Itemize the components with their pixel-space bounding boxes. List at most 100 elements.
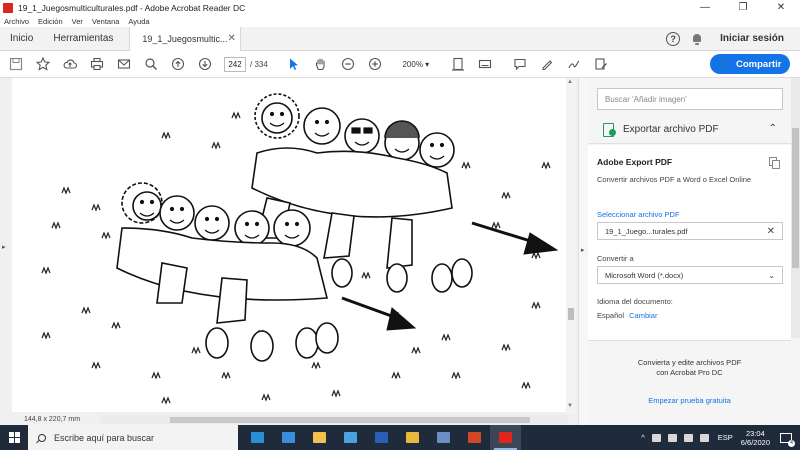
menu-archivo[interactable]: Archivo [4,17,29,26]
dropbox-icon[interactable] [667,433,677,442]
scroll-up-icon[interactable]: ▲ [567,79,573,85]
document-viewer[interactable]: ▸ ▲ ▼ [0,78,578,414]
windows-taskbar: Escribe aquí para buscar ^ ESP 23:04 6/6… [0,425,800,450]
taskbar-search-input[interactable]: Escribe aquí para buscar [28,425,238,450]
change-language-link[interactable]: Cambiar [629,311,657,320]
word-taskbar-button[interactable] [366,425,397,450]
copy-icon[interactable] [769,157,780,169]
minimize-button[interactable]: — [686,0,724,15]
convert-to-label: Convertir a [597,254,634,263]
start-button[interactable] [0,425,28,450]
title-bar: 19_1_Juegosmulticulturales.pdf - Adobe A… [0,0,800,15]
horizontal-scroll-thumb[interactable] [170,417,530,423]
share-button[interactable]: 👤 Compartir [710,54,790,74]
battery-icon[interactable] [683,433,693,442]
chrome-taskbar-button[interactable] [397,425,428,450]
menu-ventana[interactable]: Ventana [92,17,120,26]
upload-cloud-icon[interactable] [62,56,78,72]
chevron-up-icon[interactable]: ⌃ [769,123,777,134]
mail-taskbar-button[interactable] [273,425,304,450]
export-pdf-title: Exportar archivo PDF [623,124,719,135]
page-total: / 334 [250,59,268,69]
selected-file-name: 19_1_Juego...turales.pdf [605,226,688,236]
collapse-right-pane-icon[interactable]: ▸ [581,246,585,254]
print-icon[interactable] [89,56,105,72]
store-taskbar-button[interactable] [335,425,366,450]
pane-splitter[interactable]: ▸ [578,78,588,425]
page-fit-icon[interactable] [450,56,466,72]
sign-icon[interactable] [566,56,582,72]
hand-tool-icon[interactable] [313,56,329,72]
powerpoint-icon [468,432,481,443]
photos-taskbar-button[interactable] [428,425,459,450]
window-title: 19_1_Juegosmulticulturales.pdf - Adobe A… [18,2,246,13]
star-icon[interactable] [35,56,51,72]
powerpoint-taskbar-button[interactable] [459,425,490,450]
page-down-icon[interactable] [197,56,213,72]
page-number-input[interactable]: 242 [224,56,246,72]
zoom-out-icon[interactable] [340,56,356,72]
document-language-value: Español [597,311,625,320]
store-icon [344,432,357,443]
help-icon[interactable]: ? [666,31,681,46]
search-icon [38,433,46,442]
vertical-scrollbar[interactable]: ▲ ▼ [566,78,576,414]
photos-icon [437,432,450,443]
menu-ver[interactable]: Ver [72,17,83,26]
menu-edicion[interactable]: Edición [38,17,63,26]
email-icon[interactable] [116,56,132,72]
user-add-icon: 👤 [718,58,732,70]
volume-icon[interactable] [699,433,709,442]
pen-highlight-icon[interactable] [539,56,555,72]
selected-file-field[interactable]: 19_1_Juego...turales.pdf ✕ [597,222,783,240]
zoom-in-icon[interactable] [367,56,383,72]
collapse-left-icon[interactable]: ▸ [2,243,6,251]
acrobat-app-icon [3,2,13,13]
chrome-icon [406,432,419,443]
close-button[interactable]: ✕ [762,0,800,15]
zoom-level-select[interactable]: 200% ▾ [394,57,438,72]
document-language-label: Idioma del documento: [597,297,673,306]
notifications-icon[interactable]: 4 [780,432,795,447]
input-language[interactable]: ESP [718,433,733,442]
menu-ayuda[interactable]: Ayuda [128,17,149,26]
save-icon[interactable] [8,56,24,72]
vertical-scroll-thumb[interactable] [568,308,574,320]
tools-pane-scroll-thumb[interactable] [792,128,799,268]
maximize-button[interactable]: ❐ [724,0,762,15]
tab-tools[interactable]: Herramientas [43,27,123,51]
select-cursor-icon[interactable] [286,56,302,72]
taskbar-apps [242,425,521,450]
notification-count: 4 [788,439,795,447]
close-tab-icon[interactable]: ✕ [227,33,235,44]
bell-icon[interactable] [692,33,702,45]
clock[interactable]: 23:04 6/6/2020 [741,429,770,447]
convert-format-select[interactable]: Microsoft Word (*.docx) ⌄ [597,266,783,284]
edge-taskbar-button[interactable] [242,425,273,450]
fill-sign-icon[interactable] [593,56,609,72]
free-trial-link[interactable]: Empezar prueba gratuita [588,396,791,405]
tools-pane-scrollbar[interactable] [791,78,800,338]
select-pdf-link[interactable]: Seleccionar archivo PDF [597,210,680,219]
tool-search-input[interactable]: Buscar 'Añadir imagen' [597,88,783,110]
keyboard-icon[interactable] [477,56,493,72]
tools-pane: Buscar 'Añadir imagen' Exportar archivo … [588,78,800,425]
acrobat-taskbar-button[interactable] [490,425,521,450]
export-pdf-header[interactable]: Exportar archivo PDF ⌃ [588,116,791,144]
remove-file-icon[interactable]: ✕ [767,226,775,237]
tab-document[interactable]: 19_1_Juegosmultic... ✕ [129,26,242,51]
sign-in-button[interactable]: Iniciar sesión [720,33,784,44]
page-up-icon[interactable] [170,56,186,72]
page-illustration [41,93,559,405]
toolbar: 242 / 334 200% ▾ 👤 Compartir [0,51,800,78]
edge-icon [251,432,264,443]
comment-icon[interactable] [512,56,528,72]
network-icon[interactable] [651,433,661,442]
scroll-down-icon[interactable]: ▼ [567,403,573,409]
horizontal-scrollbar[interactable] [100,415,568,424]
tray-expand-icon[interactable]: ^ [641,433,645,442]
pdf-page[interactable] [12,78,566,412]
tab-home[interactable]: Inicio [0,27,43,51]
file-explorer-taskbar-button[interactable] [304,425,335,450]
search-icon[interactable] [143,56,159,72]
